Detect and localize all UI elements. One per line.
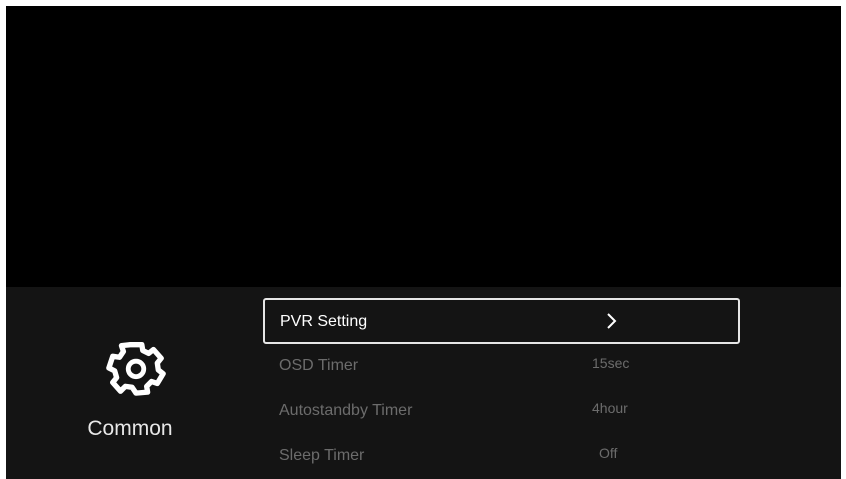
gear-icon: [106, 342, 166, 396]
menu-item-value: Off: [599, 445, 618, 461]
menu-item-pvr-setting[interactable]: PVR Setting: [263, 298, 740, 344]
menu-item-label: Sleep Timer: [279, 447, 365, 464]
settings-panel: Common PVR Setting OSD Timer 15sec Autos…: [6, 287, 841, 479]
menu-item-osd-timer[interactable]: OSD Timer 15sec: [263, 344, 740, 389]
menu-item-label: OSD Timer: [279, 357, 359, 374]
settings-menu: PVR Setting OSD Timer 15sec Autostandby …: [263, 298, 740, 479]
menu-item-label: PVR Setting: [280, 313, 368, 330]
category-common: Common: [66, 335, 206, 441]
chevron-right-icon: [607, 313, 617, 329]
menu-item-label: Autostandby Timer: [279, 402, 413, 419]
menu-item-value: 4hour: [592, 400, 628, 416]
category-label: Common: [87, 417, 173, 440]
menu-item-sleep-timer[interactable]: Sleep Timer Off: [263, 434, 740, 479]
menu-item-value: 15sec: [592, 355, 630, 371]
menu-item-autostandby-timer[interactable]: Autostandby Timer 4hour: [263, 389, 740, 434]
tv-screen: Common PVR Setting OSD Timer 15sec Autos…: [6, 6, 841, 479]
